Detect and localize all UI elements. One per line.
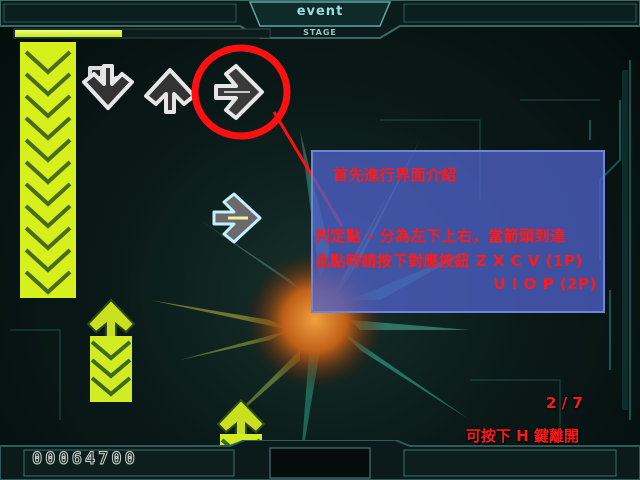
receptor-up-arrow xyxy=(144,68,196,114)
stage-label: STAGE xyxy=(303,28,337,37)
score-display: 00064700 xyxy=(32,449,138,470)
note-down-arrow-green xyxy=(86,298,136,402)
game-screen: event STAGE 首先進行界面介紹 判定點 - 分為左下上右，當箭頭到達 … xyxy=(0,0,640,480)
freeze-arrow-down xyxy=(20,42,76,298)
tutorial-panel: 首先進行界面介紹 判定點 - 分為左下上右，當箭頭到達 此點時請按下對應按鈕 Z… xyxy=(311,150,605,313)
note-right-arrow xyxy=(212,192,262,244)
life-gauge-fill xyxy=(15,30,122,37)
page-indicator: 2 / 7 xyxy=(546,394,583,412)
life-gauge xyxy=(15,30,269,37)
tutorial-line-2: 此點時請按下對應按鈕 Z X C V (1P) xyxy=(315,252,583,270)
tutorial-line-1: 判定點 - 分為左下上右，當箭頭到達 xyxy=(315,227,566,245)
mode-label: event xyxy=(296,4,344,19)
receptor-down-arrow xyxy=(82,64,134,110)
tutorial-line-3: U I O P (2P) xyxy=(493,275,597,293)
tutorial-title: 首先進行界面介紹 xyxy=(333,166,458,184)
